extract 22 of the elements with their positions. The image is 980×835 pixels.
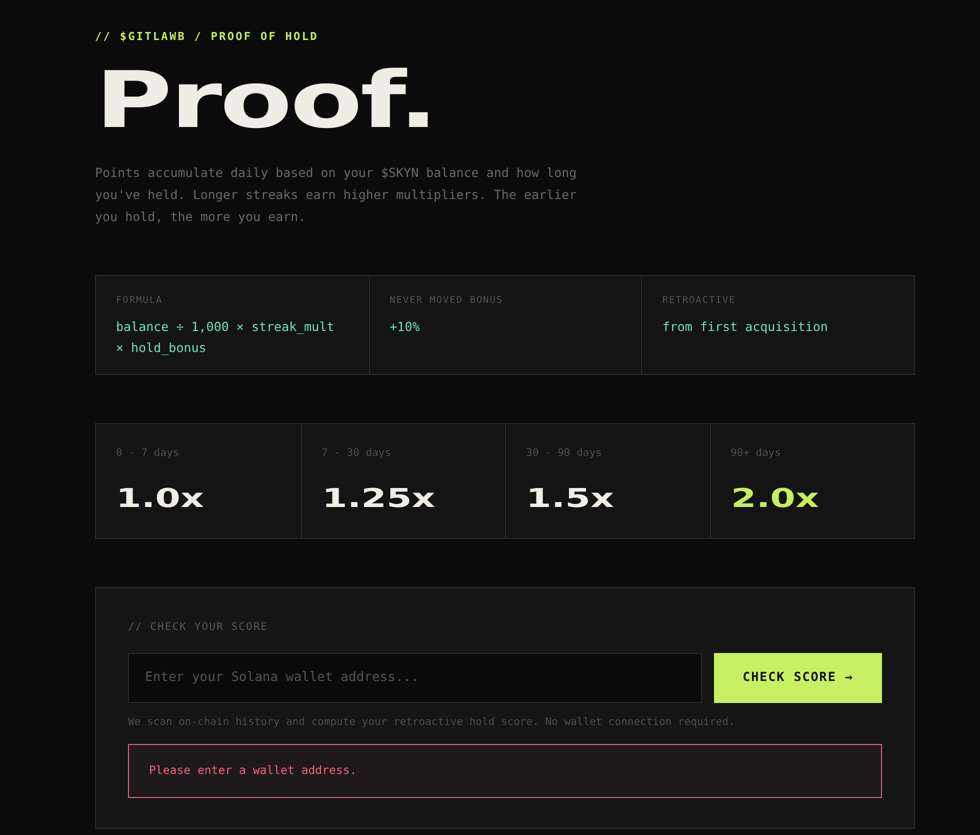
fact-label: FORMULA	[116, 294, 164, 308]
fact-label: NEVER MOVED BONUS	[390, 294, 504, 308]
tier-range: 30 - 90 days	[526, 446, 603, 461]
breadcrumb: // $GITLAWB / PROOF OF HOLD	[95, 29, 320, 45]
tier-multiplier: 1.25x	[322, 482, 435, 516]
error-message: Please enter a wallet address.	[128, 744, 882, 798]
tier-range: 7 - 30 days	[322, 446, 392, 461]
fact-value: balance ÷ 1,000 × streak_mult × hold_bonus	[116, 318, 336, 357]
check-score-button[interactable]: CHECK SCORE →	[714, 652, 882, 702]
tier-multiplier: 2.0x	[730, 482, 818, 516]
page-title: Proof.	[95, 62, 436, 140]
fact-label: RETROACTIVE	[662, 294, 737, 308]
tier-multiplier: 1.0x	[116, 482, 204, 516]
section-heading: // CHECK YOUR SCORE	[128, 620, 270, 635]
helper-text: We scan on-chain history and compute your retroactive hold score. No wallet connection required.	[128, 714, 736, 730]
fact-value: +10%	[390, 318, 421, 336]
tier-multiplier: 1.5x	[526, 482, 614, 516]
tier-range: 90+ days	[730, 446, 782, 461]
fact-value: from first acquisition	[662, 318, 829, 336]
wallet-address-field[interactable]: Enter your Solana wallet address...	[128, 652, 702, 702]
intro-paragraph: Points accumulate daily based on your $SKYN balance and how long you've held. Longer streaks earn higher multipliers. The earlier you hold, the more you earn.	[95, 164, 578, 226]
tier-range: 0 - 7 days	[116, 446, 180, 461]
